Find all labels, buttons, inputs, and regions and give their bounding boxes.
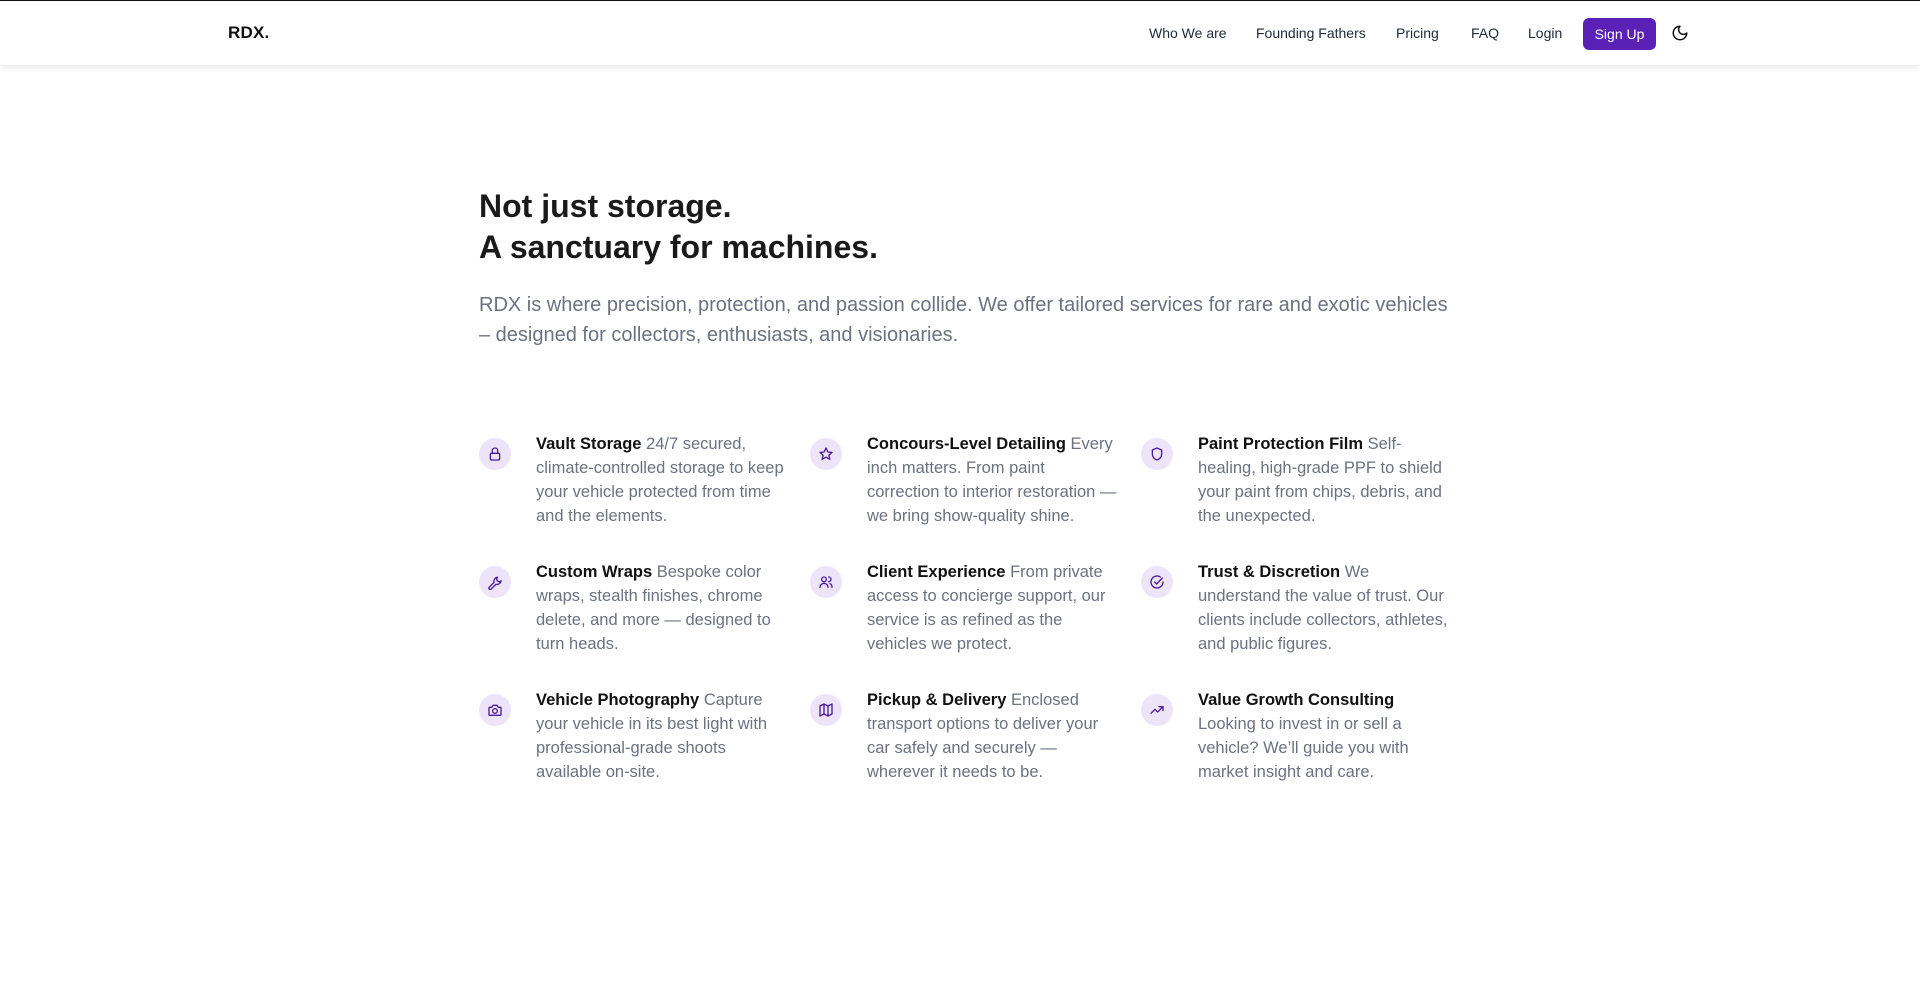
users-icon <box>810 566 842 598</box>
feature-title: Value Growth Consulting <box>1198 691 1395 709</box>
main-nav: Who We are Founding Fathers Pricing FAQ … <box>0 1 1920 67</box>
feature-title: Trust & Discretion <box>1198 563 1341 581</box>
feature-title: Client Experience <box>867 563 1006 581</box>
hero-section: Not just storage. A sanctuary for machin… <box>479 186 1459 350</box>
feature-title: Pickup & Delivery <box>867 691 1007 709</box>
top-navbar: RDX. Who We are Founding Fathers Pricing… <box>0 0 1920 66</box>
feature-title: Vehicle Photography <box>536 691 700 709</box>
nav-pricing[interactable]: Pricing <box>1396 25 1439 41</box>
nav-who-we-are[interactable]: Who We are <box>1149 25 1227 41</box>
check-circle-icon <box>1141 566 1173 598</box>
camera-icon <box>479 694 511 726</box>
nav-founding-fathers[interactable]: Founding Fathers <box>1256 25 1366 41</box>
feature-desc: Looking to invest in or sell a vehicle? … <box>1198 715 1409 781</box>
trending-up-icon <box>1141 694 1173 726</box>
moon-icon[interactable] <box>1671 24 1689 42</box>
hero-title: Not just storage. A sanctuary for machin… <box>479 186 1459 268</box>
sign-up-button[interactable]: Sign Up <box>1583 18 1656 50</box>
wrench-icon <box>479 566 511 598</box>
lock-icon <box>479 438 511 470</box>
star-icon <box>810 438 842 470</box>
feature-title: Custom Wraps <box>536 563 653 581</box>
feature-title: Paint Protection Film <box>1198 435 1364 453</box>
hero-subtitle: RDX is where precision, protection, and … <box>479 294 1448 346</box>
hero-title-line-1: Not just storage. <box>479 188 732 224</box>
map-icon <box>810 694 842 726</box>
feature-title: Vault Storage <box>536 435 642 453</box>
feature-title: Concours-Level Detailing <box>867 435 1066 453</box>
nav-login[interactable]: Login <box>1528 25 1562 41</box>
nav-faq[interactable]: FAQ <box>1471 25 1499 41</box>
hero-title-line-2: A sanctuary for machines. <box>479 229 878 265</box>
shield-icon <box>1141 438 1173 470</box>
